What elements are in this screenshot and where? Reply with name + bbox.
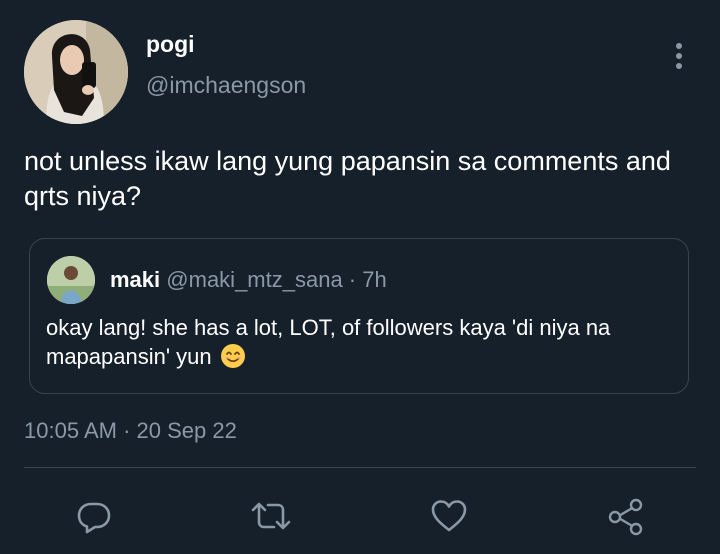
reply-button[interactable] bbox=[70, 492, 118, 540]
author-handle[interactable]: @imchaengson bbox=[146, 72, 306, 99]
quoted-tweet-card[interactable]: maki @maki_mtz_sana · 7h okay lang! she … bbox=[29, 238, 689, 394]
quoted-tweet-age: 7h bbox=[362, 267, 387, 292]
share-button[interactable] bbox=[602, 492, 650, 540]
retweet-icon bbox=[251, 502, 291, 530]
quoted-tweet-header: maki @maki_mtz_sana · 7h bbox=[110, 267, 387, 293]
author-avatar[interactable] bbox=[24, 20, 128, 124]
quoted-author-name: maki bbox=[110, 267, 161, 292]
quoted-author-handle: @maki_mtz_sana bbox=[166, 267, 343, 292]
more-options-button[interactable] bbox=[664, 38, 694, 74]
header-separator: · bbox=[342, 267, 363, 292]
share-icon bbox=[608, 498, 643, 536]
divider bbox=[24, 467, 696, 468]
smiling-face-emoji-icon bbox=[220, 344, 245, 368]
tweet-timestamp[interactable]: 10:05 AM · 20 Sep 22 bbox=[24, 418, 237, 444]
quoted-tweet-text-block: okay lang! she has a lot, LOT, of follow… bbox=[46, 313, 671, 371]
more-vertical-icon bbox=[676, 43, 682, 69]
author-display-name[interactable]: pogi bbox=[146, 31, 195, 58]
heart-icon bbox=[431, 500, 467, 532]
like-button[interactable] bbox=[425, 492, 473, 540]
retweet-button[interactable] bbox=[247, 492, 295, 540]
tweet-text: not unless ikaw lang yung papansin sa co… bbox=[24, 146, 671, 211]
quoted-tweet-text: okay lang! she has a lot, LOT, of follow… bbox=[46, 315, 611, 369]
quoted-author-avatar bbox=[47, 256, 95, 304]
tweet-detail: pogi @imchaengson not unless ikaw lang y… bbox=[0, 0, 720, 554]
reply-icon bbox=[77, 502, 111, 534]
